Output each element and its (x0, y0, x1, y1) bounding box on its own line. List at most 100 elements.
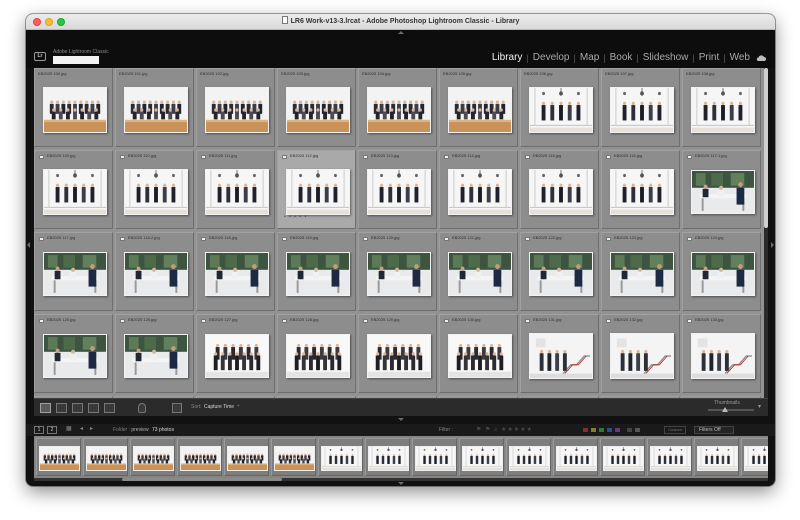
module-web[interactable]: Web (730, 52, 750, 63)
collapse-bottom-panel-arrow-icon[interactable] (398, 482, 404, 485)
module-print[interactable]: Print (699, 52, 720, 63)
grid-cell[interactable]: EB2025 126.jpg (115, 314, 194, 393)
selection-badge-icon[interactable] (363, 319, 368, 323)
grid-cell[interactable]: EB2025 131.jpg (520, 314, 599, 393)
blue-label-filter[interactable] (607, 428, 612, 432)
collapse-right-panel-arrow-icon[interactable] (771, 242, 774, 248)
grid-scrollbar[interactable] (764, 68, 768, 398)
grid-cell[interactable]: EB2025 130.jpg (439, 314, 518, 393)
thumbnail-size-slider[interactable] (708, 409, 754, 411)
no-label-filter[interactable] (627, 428, 632, 432)
selection-badge-icon[interactable] (606, 319, 611, 323)
photo-thumbnail[interactable] (204, 252, 269, 296)
grid-cell[interactable]: EB2025 110.jpg (115, 150, 194, 229)
filmstrip-thumbnail[interactable] (556, 446, 597, 471)
grid-view-icon[interactable] (40, 403, 51, 413)
grid-cell[interactable]: EB2025 118.jpg (196, 232, 275, 311)
cloud-sync-icon[interactable] (756, 54, 766, 62)
filmstrip-cell[interactable] (318, 438, 363, 476)
filter-preset-select[interactable]: Filters Off (694, 426, 734, 434)
filmstrip-cell[interactable] (553, 438, 598, 476)
green-label-filter[interactable] (599, 428, 604, 432)
grid-cell[interactable]: EB2025 112.jpg • • • • • (277, 150, 356, 229)
photo-thumbnail[interactable] (528, 87, 593, 133)
module-library[interactable]: Library (492, 52, 523, 63)
grid-cell[interactable]: EB2025 100.jpg (34, 68, 113, 147)
selection-badge-icon[interactable] (687, 155, 692, 159)
collapse-filmstrip-arrow-icon[interactable] (398, 418, 404, 421)
red-label-filter[interactable] (583, 428, 588, 432)
photo-thumbnail[interactable] (123, 252, 188, 296)
photo-thumbnail[interactable] (123, 87, 188, 133)
selection-badge-icon[interactable] (525, 237, 530, 241)
filmstrip-scrollbar-thumb[interactable] (122, 478, 282, 481)
filmstrip-scrollbar[interactable] (34, 478, 768, 481)
filmstrip-cell[interactable] (271, 438, 316, 476)
photo-thumbnail[interactable] (285, 87, 350, 133)
photo-thumbnail[interactable] (690, 252, 755, 296)
selection-badge-icon[interactable] (120, 155, 125, 159)
primary-window-button[interactable]: 1 (34, 426, 44, 434)
selection-badge-icon[interactable] (606, 237, 611, 241)
filmstrip-thumbnail[interactable] (180, 446, 221, 471)
filmstrip-thumbnail[interactable] (744, 446, 768, 471)
grid-cell[interactable]: EB2025 119.jpg (277, 232, 356, 311)
photo-thumbnail[interactable] (123, 334, 188, 378)
filmstrip-thumbnail[interactable] (133, 446, 174, 471)
selection-badge-icon[interactable] (525, 155, 530, 159)
selection-badge-icon[interactable] (687, 237, 692, 241)
photo-thumbnail[interactable] (609, 87, 674, 133)
custom-label-filter[interactable] (635, 428, 640, 432)
selection-badge-icon[interactable] (444, 237, 449, 241)
module-slideshow[interactable]: Slideshow (643, 52, 689, 63)
photo-thumbnail[interactable] (123, 169, 188, 215)
compare-view-icon[interactable] (72, 403, 83, 413)
filmstrip-cell[interactable] (177, 438, 222, 476)
grid-cell[interactable]: EB2025 132.jpg (601, 314, 680, 393)
grid-cell[interactable]: EB2025 125.jpg (34, 314, 113, 393)
grid-scrollbar-thumb[interactable] (764, 68, 768, 228)
filmstrip-thumbnail[interactable] (368, 446, 409, 471)
photo-thumbnail[interactable] (42, 252, 107, 296)
module-map[interactable]: Map (580, 52, 599, 63)
grid-cell[interactable]: EB2025 108.jpg (682, 68, 761, 147)
sort-direction-icon[interactable] (172, 403, 182, 413)
filmstrip-cell[interactable] (741, 438, 768, 476)
grid-cell[interactable]: EB2025 105.jpg (439, 68, 518, 147)
photo-thumbnail[interactable] (528, 252, 593, 296)
filmstrip-cell[interactable] (36, 438, 81, 476)
photo-thumbnail[interactable] (366, 334, 431, 378)
selection-badge-icon[interactable] (687, 319, 692, 323)
photo-thumbnail[interactable] (609, 333, 674, 379)
photo-thumbnail[interactable] (528, 169, 593, 215)
selection-badge-icon[interactable] (525, 319, 530, 323)
photo-thumbnail[interactable] (609, 169, 674, 215)
photo-thumbnail[interactable] (447, 252, 512, 296)
rating-filter-stars[interactable]: ⚑ ⚑ ≥ ★★★★★ (476, 426, 533, 433)
sort-caret-icon[interactable]: ÷ (237, 403, 240, 409)
filmstrip-cell[interactable] (130, 438, 175, 476)
filmstrip-cell[interactable] (412, 438, 457, 476)
grid-cell[interactable]: EB2025 103.jpg (277, 68, 356, 147)
grid-cell[interactable]: EB2025 133.jpg (682, 314, 761, 393)
filmstrip-thumbnail[interactable] (227, 446, 268, 471)
selection-badge-icon[interactable] (201, 155, 206, 159)
photo-count[interactable]: 73 photos (152, 427, 174, 433)
filmstrip-cell[interactable] (459, 438, 504, 476)
selection-badge-icon[interactable] (120, 237, 125, 241)
selection-badge-icon[interactable] (39, 319, 44, 323)
selection-badge-icon[interactable] (120, 319, 125, 323)
selection-badge-icon[interactable] (444, 155, 449, 159)
grid-cell[interactable]: EB2025 117.jpg (34, 232, 113, 311)
selection-badge-icon[interactable] (363, 237, 368, 241)
selection-badge-icon[interactable] (201, 319, 206, 323)
photo-thumbnail[interactable] (690, 87, 755, 133)
photo-thumbnail[interactable] (447, 334, 512, 378)
photo-thumbnail[interactable] (42, 334, 107, 378)
grid-cell[interactable]: EB2025 128.jpg (277, 314, 356, 393)
photo-thumbnail[interactable] (285, 252, 350, 296)
grid-cell[interactable]: EB2025 107.jpg (601, 68, 680, 147)
photo-thumbnail[interactable] (204, 87, 269, 133)
filmstrip-thumbnail[interactable] (321, 446, 362, 471)
selection-badge-icon[interactable] (39, 237, 44, 241)
